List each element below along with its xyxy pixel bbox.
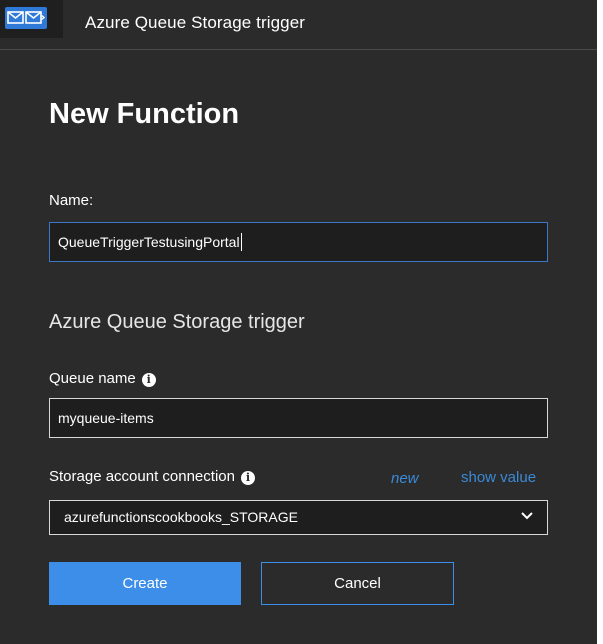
- name-input-value: QueueTriggerTestusingPortal: [58, 234, 240, 250]
- page-title: New Function: [49, 98, 240, 130]
- queue-name-input[interactable]: myqueue-items: [49, 398, 548, 438]
- chevron-down-icon: [521, 512, 533, 520]
- info-icon[interactable]: i: [240, 471, 255, 485]
- create-button[interactable]: Create: [49, 562, 241, 605]
- storage-connection-label: Storage account connection i: [49, 468, 255, 485]
- header-title: Azure Queue Storage trigger: [85, 13, 306, 32]
- new-function-panel: Azure Queue Storage trigger New Function…: [0, 0, 597, 644]
- new-connection-link[interactable]: new: [391, 470, 419, 487]
- envelope-glyphs: [7, 11, 45, 24]
- cancel-button[interactable]: Cancel: [261, 562, 454, 605]
- storage-connection-label-text: Storage account connection: [49, 468, 235, 485]
- name-input[interactable]: QueueTriggerTestusingPortal: [49, 222, 548, 262]
- queue-name-label: Queue name i: [49, 370, 156, 387]
- queue-name-label-text: Queue name: [49, 370, 136, 387]
- queue-name-value: myqueue-items: [58, 410, 154, 426]
- queue-storage-icon: [0, 0, 63, 38]
- storage-connection-value: azurefunctionscookbooks_STORAGE: [64, 509, 298, 525]
- panel-header: Azure Queue Storage trigger: [0, 0, 597, 50]
- storage-connection-select[interactable]: azurefunctionscookbooks_STORAGE: [49, 500, 548, 535]
- text-caret: [240, 233, 242, 251]
- name-label: Name:: [49, 192, 94, 209]
- trigger-section-title: Azure Queue Storage trigger: [49, 311, 305, 333]
- show-value-link[interactable]: show value: [461, 469, 536, 486]
- info-icon[interactable]: i: [141, 373, 156, 387]
